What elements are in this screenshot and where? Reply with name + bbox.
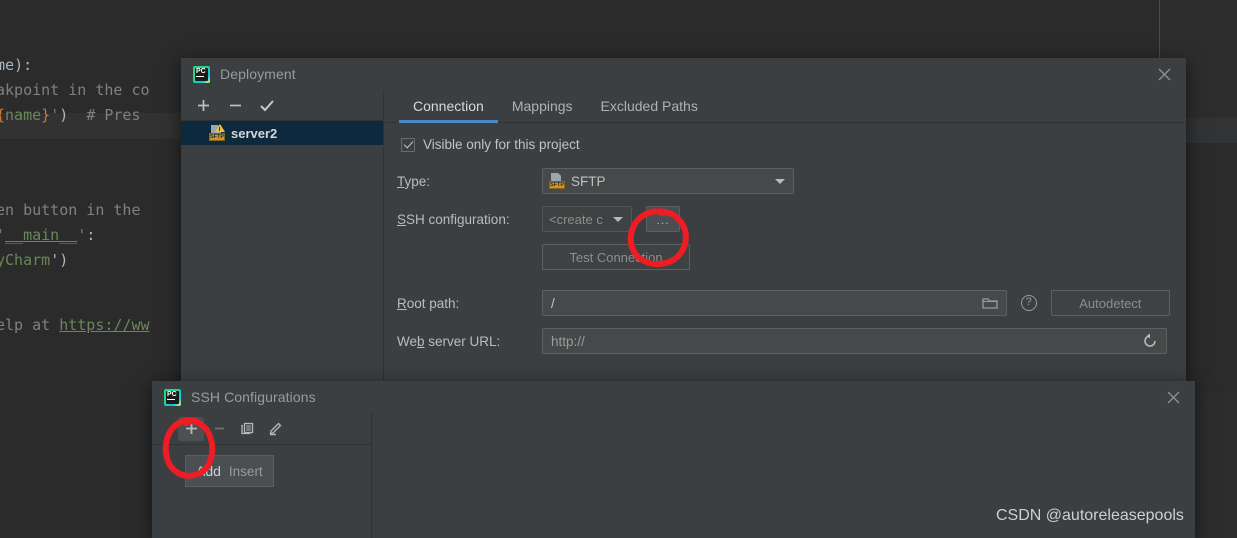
web-url-row: Web server URL: http:// (397, 328, 1170, 354)
type-row: Type: SFTP SFTP (397, 168, 1170, 194)
tab-mappings[interactable]: Mappings (498, 90, 587, 122)
type-value: SFTP (571, 173, 606, 189)
autodetect-button[interactable]: Autodetect (1050, 290, 1170, 316)
deployment-body: SFTP server2 Connection Mappings Exclude… (181, 90, 1186, 388)
tab-connection[interactable]: Connection (399, 90, 498, 123)
deployment-server-panel: SFTP server2 (181, 90, 384, 388)
ssh-configurations-titlebar: PC SSH Configurations (152, 381, 1195, 413)
ssh-config-combo[interactable]: <create c (542, 206, 632, 232)
deployment-title: Deployment (220, 66, 296, 82)
type-label: Type: (397, 173, 431, 189)
test-connection-row: Test Connection (397, 244, 1170, 270)
add-button-tooltip: Add Insert (185, 455, 274, 487)
web-url-input[interactable]: http:// (542, 328, 1167, 354)
close-icon[interactable] (1151, 381, 1195, 413)
root-path-row: Root path: / ? Autodetect (397, 290, 1170, 316)
remove-server-button[interactable] (221, 93, 249, 117)
folder-icon[interactable] (982, 296, 998, 315)
web-url-label: Web server URL: (397, 333, 501, 349)
sftp-type-badge-label: SFTP (549, 181, 565, 189)
visible-only-label: Visible only for this project (423, 137, 580, 152)
server-name: server2 (231, 125, 278, 141)
refresh-icon[interactable] (1142, 333, 1158, 354)
tooltip-shortcut: Insert (228, 463, 263, 479)
type-combo[interactable]: SFTP SFTP (542, 168, 794, 194)
deployment-detail-panel: Connection Mappings Excluded Paths Visib… (385, 90, 1186, 388)
ssh-browse-button[interactable]: ... (646, 206, 680, 232)
duplicate-ssh-config-button[interactable] (234, 417, 260, 441)
visible-only-checkbox[interactable] (401, 137, 415, 152)
root-path-input[interactable]: / (542, 290, 1007, 316)
web-url-value: http:// (551, 333, 585, 349)
pycharm-logo-icon: PC (164, 388, 181, 406)
root-path-value: / (551, 295, 555, 311)
ide-panel-strip-upper (1186, 118, 1237, 143)
ssh-config-label: SSH configuration: (397, 211, 510, 227)
deployment-titlebar: PC Deployment (181, 58, 1186, 90)
sftp-type-icon: SFTP (549, 173, 565, 189)
deployment-tabs: Connection Mappings Excluded Paths (385, 90, 1186, 123)
ssh-configurations-title: SSH Configurations (191, 389, 316, 405)
ssh-config-value: <create c (549, 211, 603, 227)
sftp-badge-label: SFTP (209, 133, 225, 141)
ssh-configurations-toolbar (152, 413, 371, 445)
visible-only-row[interactable]: Visible only for this project (397, 137, 1170, 152)
deployment-dialog[interactable]: PC Deployment SFTP server2 Connection Ma… (181, 58, 1186, 388)
sftp-warning-icon: SFTP (209, 124, 225, 141)
help-icon[interactable]: ? (1020, 295, 1037, 311)
remove-ssh-config-button[interactable] (206, 417, 232, 441)
edit-ssh-config-button[interactable] (262, 417, 288, 441)
test-connection-button[interactable]: Test Connection (542, 244, 690, 270)
pycharm-logo-icon: PC (193, 65, 210, 83)
add-ssh-config-button[interactable] (178, 416, 204, 441)
ssh-config-row: SSH configuration: <create c ... (397, 206, 1170, 232)
add-server-button[interactable] (189, 93, 217, 117)
chevron-down-icon (775, 179, 785, 184)
close-icon[interactable] (1142, 58, 1186, 90)
code-text: me): akpoint in the co {name}') # Pres e… (0, 56, 150, 334)
deployment-toolbar (181, 90, 383, 121)
tooltip-label: Add (196, 463, 221, 479)
root-path-label: Root path: (397, 295, 460, 311)
chevron-down-icon (613, 217, 623, 222)
ide-panel-strip-lower (1186, 143, 1237, 393)
tab-excluded-paths[interactable]: Excluded Paths (587, 90, 712, 122)
server-list-item[interactable]: SFTP server2 (181, 121, 383, 145)
csdn-watermark: CSDN @autoreleasepools (996, 507, 1184, 524)
editor-divider-line (1159, 0, 1160, 58)
connection-form: Visible only for this project Type: SFTP… (385, 123, 1186, 354)
use-as-default-button[interactable] (253, 93, 281, 117)
